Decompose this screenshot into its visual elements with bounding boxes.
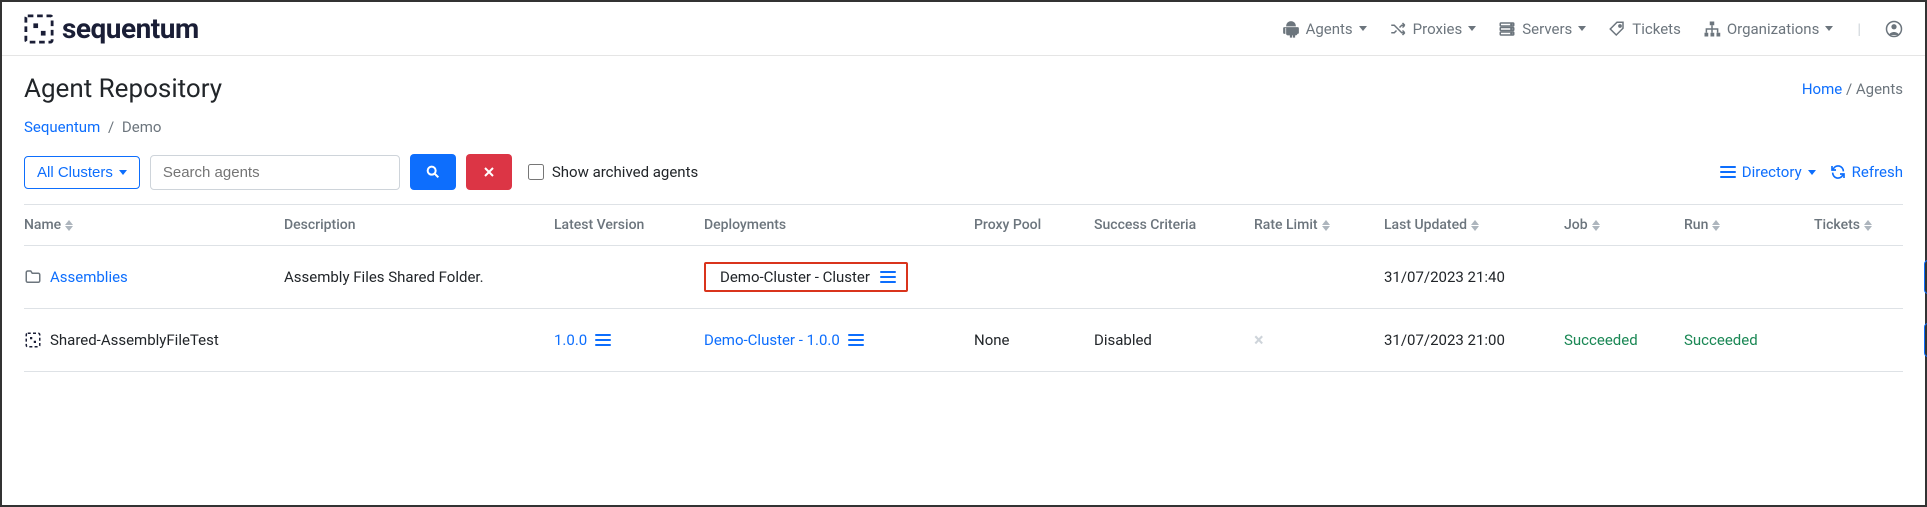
- close-icon: ×: [1254, 330, 1264, 351]
- agent-icon: [24, 331, 42, 349]
- chevron-down-icon: [1468, 26, 1476, 31]
- sort-icon: [1322, 220, 1330, 231]
- col-description: Description: [284, 217, 554, 233]
- sort-icon: [1471, 220, 1479, 231]
- brand-logo[interactable]: sequentum: [24, 12, 199, 45]
- cell-job: Succeeded: [1564, 331, 1684, 349]
- col-proxy-pool: Proxy Pool: [974, 217, 1094, 233]
- cell-deployments: Demo-Cluster - Cluster: [704, 262, 974, 292]
- nav-tickets[interactable]: Tickets: [1608, 20, 1681, 38]
- col-latest-version: Latest Version: [554, 217, 704, 233]
- nav-agents[interactable]: Agents: [1282, 20, 1367, 38]
- col-rate-limit[interactable]: Rate Limit: [1254, 217, 1384, 233]
- sort-icon: [1712, 220, 1720, 231]
- brand-name: sequentum: [62, 12, 199, 45]
- row-name-link[interactable]: Assemblies: [50, 268, 128, 286]
- cell-name: Assemblies: [24, 268, 284, 286]
- nav-organizations[interactable]: Organizations: [1703, 20, 1834, 38]
- nav-divider: |: [1855, 20, 1863, 38]
- nav-user-avatar[interactable]: [1885, 20, 1903, 38]
- sort-icon: [1592, 220, 1600, 231]
- agents-table: Name Description Latest Version Deployme…: [24, 204, 1903, 372]
- page-title: Agent Repository: [24, 74, 222, 104]
- clusters-dropdown[interactable]: All Clusters: [24, 156, 140, 189]
- chevron-down-icon: [1578, 26, 1586, 31]
- chevron-down-icon: [1825, 26, 1833, 31]
- search-icon: [425, 164, 441, 180]
- chevron-down-icon: [1359, 26, 1367, 31]
- chevron-down-icon: [1808, 170, 1816, 175]
- col-deployments: Deployments: [704, 217, 974, 233]
- directory-dropdown[interactable]: Directory: [1720, 163, 1816, 181]
- list-icon: [1720, 166, 1736, 178]
- sort-icon: [1864, 220, 1872, 231]
- col-tickets[interactable]: Tickets: [1814, 217, 1924, 233]
- toolbar: All Clusters Show archived agents Direct…: [2, 154, 1925, 204]
- deployment-highlighted[interactable]: Demo-Cluster - Cluster: [704, 262, 908, 292]
- shuffle-icon: [1389, 20, 1407, 38]
- android-icon: [1282, 20, 1300, 38]
- clear-button[interactable]: [466, 154, 512, 190]
- breadcrumb-home-link[interactable]: Home: [1802, 80, 1842, 98]
- search-button[interactable]: [410, 154, 456, 190]
- breadcrumb-org-link[interactable]: Sequentum: [24, 118, 100, 136]
- show-archived-checkbox[interactable]: Show archived agents: [528, 163, 698, 181]
- cell-description: Assembly Files Shared Folder.: [284, 268, 554, 286]
- col-success-criteria: Success Criteria: [1094, 217, 1254, 233]
- cell-last-updated: 31/07/2023 21:40: [1384, 268, 1564, 286]
- nav-servers[interactable]: Servers: [1498, 20, 1586, 38]
- cell-name: Shared-AssemblyFileTest: [24, 331, 284, 349]
- col-run[interactable]: Run: [1684, 217, 1814, 233]
- menu-icon[interactable]: [848, 334, 864, 346]
- cell-latest-version: 1.0.0: [554, 331, 704, 349]
- menu-icon[interactable]: [595, 334, 611, 346]
- chevron-down-icon: [119, 170, 127, 175]
- toolbar-left: All Clusters Show archived agents: [24, 154, 698, 190]
- menu-icon[interactable]: [880, 271, 896, 283]
- title-row: Agent Repository Home / Agents: [2, 56, 1925, 112]
- sort-icon: [65, 220, 73, 231]
- table-row: Shared-AssemblyFileTest 1.0.0 Demo-Clust…: [24, 309, 1903, 372]
- deployment-link[interactable]: Demo-Cluster - 1.0.0: [704, 331, 840, 349]
- breadcrumb-local-current: Demo: [122, 118, 162, 136]
- cell-deployments: Demo-Cluster - 1.0.0: [704, 331, 974, 349]
- search-input[interactable]: [150, 155, 400, 190]
- cell-proxy-pool: None: [974, 331, 1094, 349]
- user-circle-icon: [1885, 20, 1903, 38]
- close-icon: [481, 164, 497, 180]
- cell-run: Succeeded: [1684, 331, 1814, 349]
- table-row: Assemblies Assembly Files Shared Folder.…: [24, 246, 1903, 309]
- server-icon: [1498, 20, 1516, 38]
- col-job[interactable]: Job: [1564, 217, 1684, 233]
- sitemap-icon: [1703, 20, 1721, 38]
- folder-icon: [24, 268, 42, 286]
- tag-icon: [1608, 20, 1626, 38]
- breadcrumb-current: Agents: [1856, 80, 1903, 98]
- col-name[interactable]: Name: [24, 217, 284, 233]
- cell-rate-limit: ×: [1254, 330, 1384, 351]
- cell-last-updated: 31/07/2023 21:00: [1384, 331, 1564, 349]
- refresh-icon: [1830, 164, 1846, 180]
- brand-icon: [24, 14, 54, 44]
- row-name-text: Shared-AssemblyFileTest: [50, 331, 219, 349]
- toolbar-right: Directory Refresh: [1720, 163, 1903, 181]
- refresh-button[interactable]: Refresh: [1830, 163, 1903, 181]
- table-header-row: Name Description Latest Version Deployme…: [24, 205, 1903, 246]
- nav-proxies[interactable]: Proxies: [1389, 20, 1477, 38]
- version-link[interactable]: 1.0.0: [554, 331, 587, 349]
- col-last-updated[interactable]: Last Updated: [1384, 217, 1564, 233]
- breadcrumb-right: Home / Agents: [1802, 80, 1903, 98]
- breadcrumb-local: Sequentum / Demo: [2, 112, 1925, 154]
- top-nav: sequentum Agents Proxies Servers Tickets…: [2, 2, 1925, 56]
- nav-menu: Agents Proxies Servers Tickets Organizat…: [1282, 20, 1903, 38]
- cell-success-criteria: Disabled: [1094, 331, 1254, 349]
